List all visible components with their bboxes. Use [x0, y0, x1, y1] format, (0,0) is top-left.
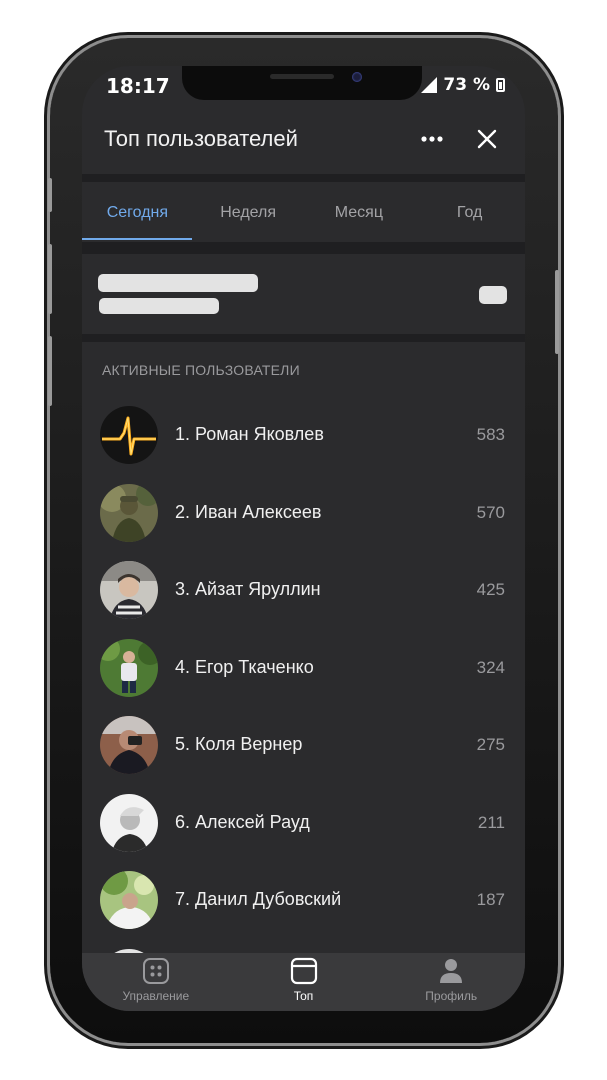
list-item[interactable]: 2. Иван Алексеев 570: [82, 474, 525, 552]
user-name: 1. Роман Яковлев: [175, 424, 324, 444]
grid-icon: [142, 958, 169, 984]
mute-switch: [48, 178, 52, 212]
list-item[interactable]: 7. Данил Дубовский 187: [82, 861, 525, 939]
user-score: 211: [477, 812, 505, 832]
tab-year[interactable]: Год: [414, 182, 525, 240]
battery-percent: 73 %: [443, 75, 490, 95]
skeleton-badge: [479, 286, 507, 304]
power-button: [555, 270, 559, 354]
user-score: 425: [476, 580, 505, 599]
placeholder-card: [82, 254, 525, 334]
more-horizontal-icon[interactable]: [417, 124, 447, 154]
battery-icon: [496, 78, 505, 92]
camera-icon: [352, 72, 362, 82]
tab-today[interactable]: Сегодня: [82, 182, 193, 240]
tabbar-label: Управление: [122, 989, 190, 1003]
user-name: 5. Коля Вернер: [175, 734, 303, 754]
volume-down-button: [48, 336, 52, 406]
avatar: [100, 716, 158, 774]
tabbar-item-profile[interactable]: Профиль: [377, 953, 525, 1011]
user-name: 3. Айзат Яруллин: [175, 579, 321, 599]
avatar: [100, 793, 158, 852]
user-name: 7. Данил Дубовский: [175, 889, 342, 909]
signal-icon: [421, 77, 438, 93]
user-name: 2. Иван Алексеев: [175, 501, 322, 522]
skeleton-line: [98, 274, 258, 292]
avatar: [100, 638, 158, 697]
avatar: [100, 483, 158, 542]
notch: [182, 66, 422, 100]
tab-month[interactable]: Месяц: [304, 182, 415, 240]
period-tabs: Сегодня Неделя Месяц Год: [82, 182, 525, 242]
list-item[interactable]: 5. Коля Вернер 275: [82, 706, 525, 784]
list-item[interactable]: 3. Айзат Яруллин 425: [82, 551, 525, 629]
list-item[interactable]: 1. Роман Яковлев 583: [82, 396, 525, 474]
user-icon: [440, 959, 463, 983]
user-score: 275: [476, 735, 505, 754]
divider: [82, 174, 525, 182]
tabbar-label: Профиль: [425, 989, 478, 1003]
avatar: [100, 561, 158, 619]
user-score: 583: [476, 425, 505, 444]
close-icon[interactable]: [473, 125, 501, 153]
status-time: 18:17: [106, 74, 170, 98]
user-list: 1. Роман Яковлев 583 2. Иван Алексеев 57…: [82, 396, 525, 1011]
user-score: 570: [476, 502, 505, 522]
tabbar-label: Топ: [293, 989, 314, 1003]
volume-up-button: [48, 244, 52, 314]
list-item[interactable]: 6. Алексей Рауд 211: [82, 784, 525, 862]
divider: [82, 334, 525, 342]
active-tab-indicator: [82, 238, 192, 240]
tabbar-item-top[interactable]: Топ: [230, 953, 378, 1011]
avatar: [100, 406, 158, 464]
user-name: 4. Егор Ткаченко: [175, 656, 314, 677]
tabbar-item-manage[interactable]: Управление: [82, 953, 230, 1011]
skeleton-line: [99, 298, 219, 314]
status-indicators: 73 %: [421, 75, 505, 95]
list-item[interactable]: 4. Егор Ткаченко 324: [82, 629, 525, 707]
divider: [82, 242, 525, 254]
user-score: 187: [476, 890, 505, 909]
bottom-tab-bar: Управление Топ Профиль: [82, 953, 525, 1011]
section-title: АКТИВНЫЕ ПОЛЬЗОВАТЕЛИ: [102, 362, 300, 378]
user-name: 6. Алексей Рауд: [175, 811, 310, 832]
header: Топ пользователей: [82, 106, 525, 174]
speaker: [270, 74, 334, 79]
tab-week[interactable]: Неделя: [193, 182, 304, 240]
avatar: [100, 871, 158, 929]
page-title: Топ пользователей: [104, 126, 298, 151]
app-screen: 18:17 73 % Топ пользователей Сегодня Нед…: [82, 66, 525, 1011]
user-score: 324: [476, 657, 505, 677]
window-icon: [290, 957, 317, 985]
